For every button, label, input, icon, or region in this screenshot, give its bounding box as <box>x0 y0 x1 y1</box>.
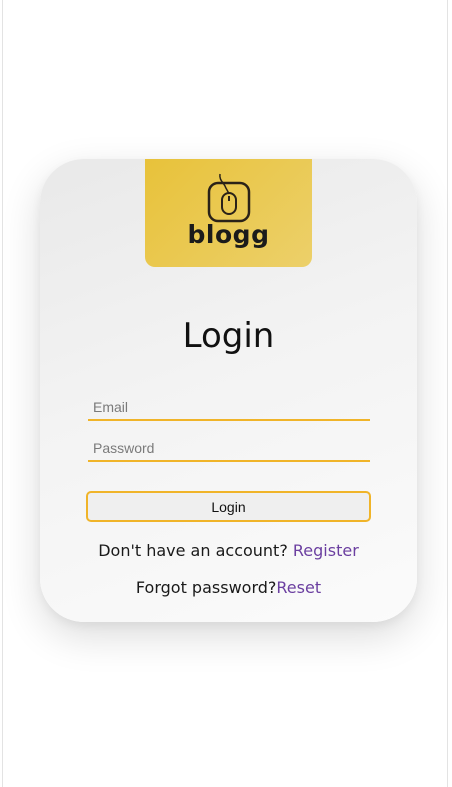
register-link[interactable]: Register <box>293 541 359 560</box>
logo-wordmark: blogg <box>187 220 270 249</box>
page-title: Login <box>182 316 275 356</box>
brand-logo: blogg <box>145 159 312 267</box>
password-field[interactable] <box>88 436 370 462</box>
reset-row: Forgot password?Reset <box>40 577 417 599</box>
email-field[interactable] <box>88 395 370 421</box>
register-row: Don't have an account? Register <box>40 540 417 562</box>
forgot-password-prompt: Forgot password? <box>135 578 277 597</box>
reset-link[interactable]: Reset <box>276 578 321 597</box>
mouse-icon <box>207 173 251 223</box>
register-prompt: Don't have an account? <box>98 541 293 560</box>
login-button[interactable]: Login <box>86 491 371 522</box>
login-card: blogg Login Login Don't have an account?… <box>40 159 417 622</box>
page-viewport: blogg Login Login Don't have an account?… <box>2 0 448 787</box>
